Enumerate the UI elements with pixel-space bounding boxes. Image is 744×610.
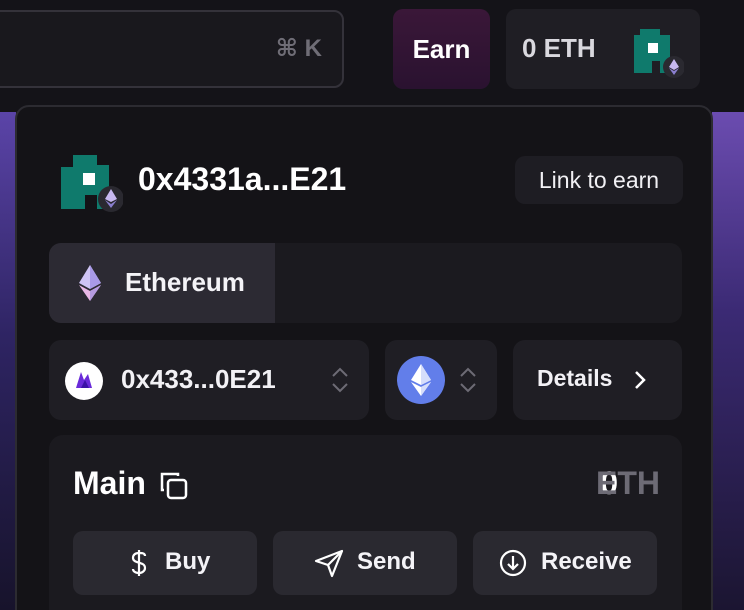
wallet-panel: 0x4331a...E21 Link to earn Ethereum 0x43… [15,105,713,610]
details-label: Details [537,365,613,391]
search-input[interactable]: ⌘ K [0,10,344,88]
network-tabs: Ethereum [49,243,682,323]
chevron-up-down-icon [460,367,476,393]
keyboard-shortcut-hint: ⌘ K [275,35,322,62]
background-gradient-right [712,112,744,610]
details-button[interactable]: Details [513,340,682,420]
send-button[interactable]: Send [273,531,457,595]
tab-ethereum-label: Ethereum [125,267,245,297]
wallet-logo-icon [65,362,103,400]
ethereum-icon [397,356,445,404]
send-label: Send [357,548,416,575]
account-avatar-icon [634,29,684,78]
tab-ethereum[interactable]: Ethereum [49,243,275,323]
ethereum-diamond-icon [79,265,101,301]
earn-button[interactable]: Earn [393,9,490,89]
send-icon [314,549,344,578]
buy-button[interactable]: Buy [73,531,257,595]
account-selector-value: 0x433...0E21 [121,364,276,394]
account-chip[interactable]: 0 ETH [506,9,700,89]
background-gradient-left [0,112,16,610]
header-balance: 0 ETH [522,33,596,63]
dollar-icon [131,550,147,576]
copy-icon[interactable] [157,469,189,501]
wallet-balance-unit: ETH [596,465,660,501]
account-avatar-icon [61,155,123,212]
receive-icon [499,549,527,577]
wallet-card: Main 0 ETH Buy Send Receive [49,435,682,610]
chevron-up-down-icon [332,367,348,393]
wallet-name: Main [73,465,146,501]
chain-selector[interactable] [385,340,497,420]
receive-button[interactable]: Receive [473,531,657,595]
receive-label: Receive [541,548,632,575]
wallet-address-title: 0x4331a...E21 [138,161,347,197]
account-selector[interactable]: 0x433...0E21 [49,340,369,420]
chevron-right-icon [635,371,646,389]
buy-label: Buy [165,548,211,575]
link-to-earn-button[interactable]: Link to earn [515,156,683,204]
